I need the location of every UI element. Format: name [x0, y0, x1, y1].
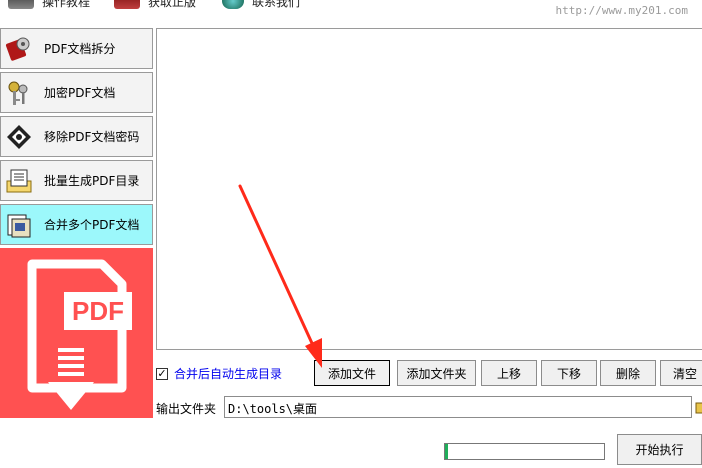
progress-fill [445, 444, 449, 459]
progress-bar [444, 443, 605, 460]
globe-icon [222, 0, 244, 9]
pdf-graphic-text: PDF [72, 296, 124, 326]
sidebar-item-label: 加密PDF文档 [44, 86, 116, 100]
sidebar-item-label: PDF文档拆分 [44, 42, 116, 56]
move-down-button[interactable]: 下移 [541, 360, 597, 386]
pdf-illustration: PDF [0, 248, 153, 418]
start-button[interactable]: 开始执行 [617, 434, 702, 465]
sidebar-item-split[interactable]: PDF文档拆分 [0, 28, 153, 69]
toolbar-tutorial-button[interactable]: 操作教程 [8, 0, 90, 10]
auto-toc-option[interactable]: ✓ 合并后自动生成目录 [156, 365, 282, 382]
sidebar-item-label: 合并多个PDF文档 [44, 218, 140, 232]
file-list[interactable] [156, 28, 702, 350]
browse-folder-button[interactable] [694, 396, 702, 418]
book-icon [8, 0, 34, 9]
toolbar-contact-button[interactable]: 联系我们 [222, 0, 300, 10]
pdf-file-icon: PDF [27, 259, 132, 410]
sidebar-item-label: 批量生成PDF目录 [44, 174, 140, 188]
website-url: http://www.my201.com [555, 4, 688, 17]
add-folder-button[interactable]: 添加文件夹 [397, 360, 476, 386]
add-file-button[interactable]: 添加文件 [314, 360, 390, 386]
sidebar-item-batch-toc[interactable]: 批量生成PDF目录 [0, 160, 153, 201]
auto-toc-label: 合并后自动生成目录 [174, 367, 283, 381]
car-icon [114, 0, 140, 9]
toolbar-buy-label: 获取正版 [148, 0, 197, 9]
toolbar-tutorial-label: 操作教程 [42, 0, 91, 9]
toolbar-contact-label: 联系我们 [252, 0, 301, 9]
merge-docs-icon [4, 210, 34, 240]
keys-icon [4, 78, 34, 108]
output-folder-label: 输出文件夹 [156, 402, 217, 416]
toolbar-buy-button[interactable]: 获取正版 [114, 0, 196, 10]
folder-list-icon [4, 166, 34, 196]
remove-lock-icon [4, 122, 34, 152]
sidebar-item-encrypt[interactable]: 加密PDF文档 [0, 72, 153, 113]
sidebar-item-label: 移除PDF文档密码 [44, 130, 140, 144]
move-up-button[interactable]: 上移 [481, 360, 537, 386]
folder-icon [695, 402, 702, 414]
split-disc-icon [4, 34, 34, 64]
clear-button[interactable]: 清空 [660, 360, 702, 386]
auto-toc-checkbox[interactable]: ✓ [156, 367, 168, 380]
delete-button[interactable]: 删除 [600, 360, 656, 386]
sidebar-item-remove-password[interactable]: 移除PDF文档密码 [0, 116, 153, 157]
sidebar-item-merge[interactable]: 合并多个PDF文档 [0, 204, 153, 245]
top-toolbar: 操作教程 获取正版 联系我们 http://www.my201.com [0, 0, 702, 26]
output-folder-field[interactable]: D:\tools\桌面 [224, 396, 692, 418]
